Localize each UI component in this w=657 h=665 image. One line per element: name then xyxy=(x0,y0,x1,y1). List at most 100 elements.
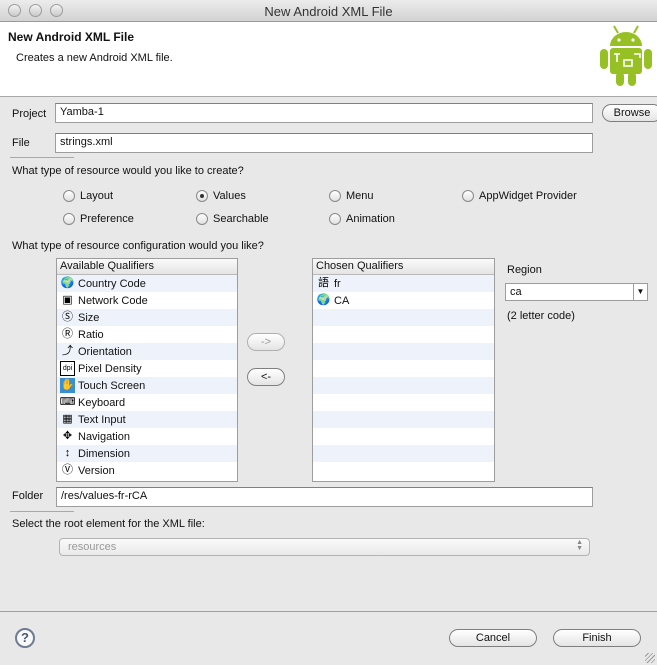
list-item-label: CA xyxy=(334,294,350,307)
navigation-icon: ✥ xyxy=(62,430,73,442)
region-hint: (2 letter code) xyxy=(507,310,575,322)
chosen-qualifier-ca[interactable]: 🌍 CA xyxy=(313,292,494,309)
resize-grip[interactable] xyxy=(645,653,655,663)
list-item-label: Version xyxy=(78,464,115,477)
list-item-label: Orientation xyxy=(78,345,132,358)
radio-indicator xyxy=(196,213,208,225)
empty-row xyxy=(313,428,494,445)
radio-indicator xyxy=(329,190,341,202)
chosen-qualifiers-header: Chosen Qualifiers xyxy=(313,259,494,275)
radio-label: Values xyxy=(213,190,246,202)
radio-label: Animation xyxy=(346,213,395,225)
wizard-title: New Android XML File xyxy=(8,30,135,44)
radio-menu[interactable]: Menu xyxy=(329,190,374,202)
empty-row xyxy=(313,377,494,394)
list-item-label: Network Code xyxy=(78,294,148,307)
divider xyxy=(10,157,74,158)
empty-row xyxy=(313,360,494,377)
file-label: File xyxy=(12,137,30,149)
help-icon[interactable]: ? xyxy=(15,628,35,648)
footer-divider xyxy=(0,611,657,612)
radio-animation[interactable]: Animation xyxy=(329,213,395,225)
keyboard-icon: ⌨ xyxy=(59,396,76,408)
network-code-icon: ▣ xyxy=(62,294,73,306)
qualifier-version[interactable]: Ⓥ Version xyxy=(57,462,237,479)
browse-button[interactable]: Browse xyxy=(602,104,657,122)
radio-label: Menu xyxy=(346,190,374,202)
qualifier-network-code[interactable]: ▣ Network Code xyxy=(57,292,237,309)
radio-indicator xyxy=(196,190,208,202)
radio-indicator xyxy=(329,213,341,225)
title-bar: New Android XML File xyxy=(0,0,657,22)
region-icon: 🌍 xyxy=(316,294,331,306)
empty-row xyxy=(313,343,494,360)
orientation-icon: ⤴ xyxy=(62,345,73,357)
radio-searchable[interactable]: Searchable xyxy=(196,213,269,225)
list-item-label: Touch Screen xyxy=(78,379,146,392)
android-robot-icon xyxy=(600,25,652,86)
qualifier-keyboard[interactable]: ⌨ Keyboard xyxy=(57,394,237,411)
empty-row xyxy=(313,462,494,479)
version-icon: Ⓥ xyxy=(62,464,73,476)
window-title: New Android XML File xyxy=(264,4,393,19)
radio-label: Preference xyxy=(80,213,134,225)
list-item-label: Text Input xyxy=(78,413,126,426)
wizard-subtitle: Creates a new Android XML file. xyxy=(16,52,173,64)
cancel-button[interactable]: Cancel xyxy=(449,629,537,647)
project-input[interactable]: Yamba-1 xyxy=(55,103,593,123)
file-input[interactable]: strings.xml xyxy=(55,133,593,153)
folder-input[interactable]: /res/values-fr-rCA xyxy=(56,487,593,507)
list-item-label: fr xyxy=(334,277,341,290)
chosen-rows: 語 fr 🌍 CA xyxy=(313,275,494,479)
list-item-label: Dimension xyxy=(78,447,130,460)
region-select[interactable]: ca ▼ xyxy=(505,283,648,301)
dpi-icon: dpi xyxy=(60,361,75,376)
empty-row xyxy=(313,445,494,462)
region-value: ca xyxy=(510,286,522,298)
ratio-icon: Ⓡ xyxy=(62,328,73,340)
radio-appwidget-provider[interactable]: AppWidget Provider xyxy=(462,190,577,202)
add-qualifier-button[interactable]: -> xyxy=(247,333,285,351)
qualifier-touch-screen[interactable]: ✋ Touch Screen xyxy=(57,377,237,394)
root-element-select[interactable]: resources ▲ ▼ xyxy=(59,538,590,556)
list-item-label: Pixel Density xyxy=(78,362,142,375)
chosen-qualifiers-list[interactable]: Chosen Qualifiers 語 fr 🌍 CA xyxy=(312,258,495,482)
chosen-qualifier-fr[interactable]: 語 fr xyxy=(313,275,494,292)
resource-type-question: What type of resource would you like to … xyxy=(12,165,244,177)
qualifier-ratio[interactable]: Ⓡ Ratio xyxy=(57,326,237,343)
qualifier-size[interactable]: Ⓢ Size xyxy=(57,309,237,326)
available-qualifiers-list[interactable]: Available Qualifiers 🌍 Country Code ▣ Netw… xyxy=(56,258,238,482)
radio-layout[interactable]: Layout xyxy=(63,190,113,202)
wizard-header: New Android XML File Creates a new Andro… xyxy=(0,22,657,97)
radio-label: AppWidget Provider xyxy=(479,190,577,202)
qualifier-country-code[interactable]: 🌍 Country Code xyxy=(57,275,237,292)
qualifier-dimension[interactable]: ↕ Dimension xyxy=(57,445,237,462)
qualifier-pixel-density[interactable]: dpi Pixel Density xyxy=(57,360,237,377)
divider xyxy=(10,511,74,512)
qualifier-orientation[interactable]: ⤴ Orientation xyxy=(57,343,237,360)
radio-preference[interactable]: Preference xyxy=(63,213,134,225)
remove-qualifier-button[interactable]: <- xyxy=(247,368,285,386)
radio-label: Layout xyxy=(80,190,114,202)
configuration-question: What type of resource configuration woul… xyxy=(12,240,264,252)
list-item-label: Country Code xyxy=(78,277,146,290)
country-code-icon: 🌍 xyxy=(60,277,75,289)
radio-label: Searchable xyxy=(213,213,269,225)
available-qualifiers-header: Available Qualifiers xyxy=(57,259,237,275)
touch-screen-icon: ✋ xyxy=(60,378,75,393)
radio-values[interactable]: Values xyxy=(196,190,246,202)
finish-button[interactable]: Finish xyxy=(553,629,641,647)
project-label: Project xyxy=(12,108,47,120)
up-down-arrows-icon: ▲ ▼ xyxy=(576,539,583,552)
radio-indicator xyxy=(63,213,75,225)
list-item-label: Ratio xyxy=(78,328,104,341)
folder-label: Folder xyxy=(12,490,44,502)
qualifier-text-input[interactable]: ▦ Text Input xyxy=(57,411,237,428)
list-item-label: Keyboard xyxy=(78,396,126,409)
qualifier-navigation[interactable]: ✥ Navigation xyxy=(57,428,237,445)
empty-row xyxy=(313,309,494,326)
radio-indicator xyxy=(63,190,75,202)
region-label: Region xyxy=(507,264,542,276)
chevron-down-icon: ▼ xyxy=(633,284,647,300)
available-rows: 🌍 Country Code ▣ Network Code Ⓢ Size Ⓡ Ratio… xyxy=(57,275,237,479)
